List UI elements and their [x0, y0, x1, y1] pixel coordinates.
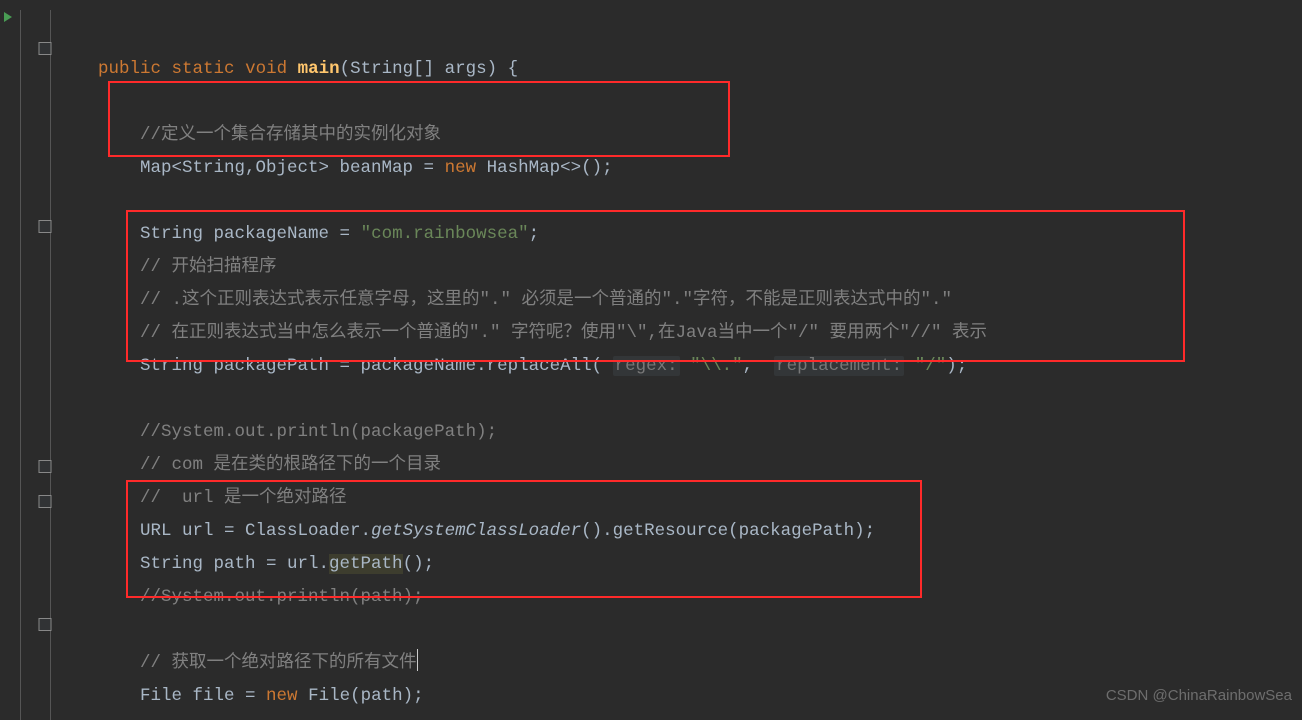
code-area[interactable]: public static void main(String[] args) {… — [60, 0, 987, 720]
line: // .这个正则表达式表示任意字母，这里的"." 必须是一个普通的"."字符，不… — [98, 290, 952, 310]
line: String packagePath = packageName.replace… — [98, 356, 967, 376]
watermark-text: CSDN @ChinaRainbowSea — [1106, 679, 1292, 712]
line: //定义一个集合存储其中的实例化对象 — [98, 125, 441, 145]
line: //System.out.println(path); — [98, 587, 424, 607]
line: Map<String,Object> beanMap = new HashMap… — [98, 158, 613, 178]
line: // url 是一个绝对路径 — [98, 488, 347, 508]
text-cursor — [417, 649, 418, 671]
gutter — [0, 0, 60, 720]
line: String path = url.getPath(); — [98, 554, 434, 574]
line: // com 是在类的根路径下的一个目录 — [98, 455, 441, 475]
line: // 开始扫描程序 — [98, 257, 277, 277]
line: String packageName = "com.rainbowsea"; — [98, 224, 539, 244]
code-editor[interactable]: public static void main(String[] args) {… — [0, 0, 1302, 720]
line: public static void main(String[] args) { — [98, 59, 518, 79]
line: URL url = ClassLoader.getSystemClassLoad… — [98, 521, 875, 541]
line: // 在正则表达式当中怎么表示一个普通的"." 字符呢？使用"\",在Java当… — [98, 323, 987, 343]
line: File file = new File(path); — [98, 686, 424, 706]
line: //System.out.println(packagePath); — [98, 422, 497, 442]
line: // 获取一个绝对路径下的所有文件 — [98, 653, 418, 673]
